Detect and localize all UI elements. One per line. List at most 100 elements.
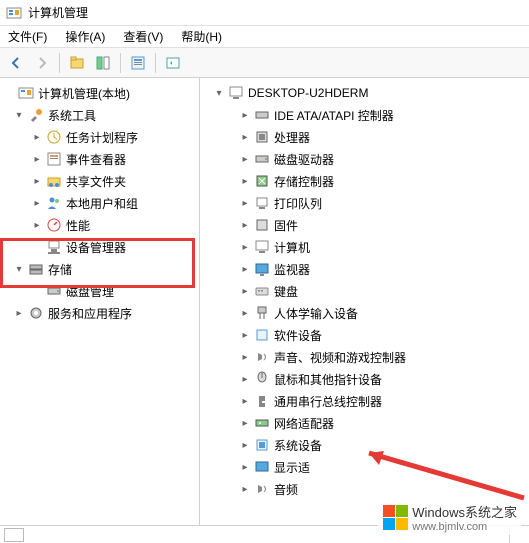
chevron-down-icon[interactable]: ▾ [12,108,26,122]
device-category[interactable]: ▸ 监视器 [200,258,529,280]
tree-shared-folders[interactable]: ▸ 共享文件夹 [0,170,199,192]
up-button[interactable] [65,51,89,75]
device-icon [254,283,270,299]
device-category[interactable]: ▸磁盘驱动器 [200,148,529,170]
properties-button[interactable] [126,51,150,75]
chevron-right-icon[interactable]: ▸ [238,174,252,188]
device-label: 处理器 [274,129,310,146]
device-icon [254,437,270,453]
chevron-right-icon[interactable]: ▸ [238,460,252,474]
tree-label: 服务和应用程序 [48,305,132,322]
chevron-right-icon[interactable]: ▸ [30,174,44,188]
tree-label: 计算机管理(本地) [38,85,130,102]
device-category[interactable]: ▸显示适 [200,456,529,478]
device-category[interactable]: ▸存储控制器 [200,170,529,192]
device-icon [254,129,270,145]
device-category[interactable]: ▸IDE ATA/ATAPI 控制器 [200,104,529,126]
menu-file[interactable]: 文件(F) [8,28,47,45]
tree-device-manager[interactable]: 设备管理器 [0,236,199,258]
menu-view[interactable]: 查看(V) [123,28,163,45]
left-tree-panel: 计算机管理(本地) ▾ 系统工具 ▸ 任务计划程序 ▸ 事件查看器 ▸ 共享文件… [0,78,200,525]
device-label: 固件 [274,217,298,234]
tree-system-tools[interactable]: ▾ 系统工具 [0,104,199,126]
chevron-down-icon[interactable]: ▾ [12,262,26,276]
chevron-right-icon[interactable]: ▸ [238,152,252,166]
device-category[interactable]: ▸ 通用串行总线控制器 [200,390,529,412]
tree-root-local[interactable]: 计算机管理(本地) [0,82,199,104]
windows-logo-icon [382,505,408,531]
tree-label: 事件查看器 [66,151,126,168]
device-label: 通用串行总线控制器 [274,393,382,410]
chevron-right-icon[interactable]: ▸ [238,328,252,342]
storage-icon [28,261,44,277]
tree-task-scheduler[interactable]: ▸ 任务计划程序 [0,126,199,148]
menubar: 文件(F) 操作(A) 查看(V) 帮助(H) [0,26,529,48]
device-icon [254,239,270,255]
chevron-right-icon[interactable]: ▸ [238,372,252,386]
tree-performance[interactable]: ▸ 性能 [0,214,199,236]
device-label: 监视器 [274,261,310,278]
device-icon [254,327,270,343]
tree-storage[interactable]: ▾ 存储 [0,258,199,280]
device-category[interactable]: ▸打印队列 [200,192,529,214]
chevron-right-icon[interactable] [2,86,16,100]
device-category[interactable]: ▸鼠标和其他指针设备 [200,368,529,390]
device-category[interactable]: ▸软件设备 [200,324,529,346]
chevron-right-icon[interactable]: ▸ [238,196,252,210]
statusbar-box [4,528,24,542]
device-category[interactable]: ▸音频 [200,478,529,500]
device-label: 计算机 [274,239,310,256]
forward-button[interactable] [30,51,54,75]
tree-label: DESKTOP-U2HDERM [248,86,368,100]
menu-action[interactable]: 操作(A) [65,28,105,45]
tree-label: 存储 [48,261,72,278]
chevron-right-icon[interactable]: ▸ [30,130,44,144]
chevron-right-icon[interactable]: ▸ [238,218,252,232]
tree-event-viewer[interactable]: ▸ 事件查看器 [0,148,199,170]
show-hide-button[interactable] [91,51,115,75]
device-icon [254,217,270,233]
chevron-right-icon[interactable]: ▸ [238,262,252,276]
back-button[interactable] [4,51,28,75]
chevron-right-icon[interactable]: ▸ [238,108,252,122]
chevron-right-icon[interactable]: ▸ [238,130,252,144]
device-category[interactable]: ▸ 人体学输入设备 [200,302,529,324]
chevron-right-icon[interactable]: ▸ [238,416,252,430]
device-icon [254,415,270,431]
device-category[interactable]: ▸键盘 [200,280,529,302]
device-icon [254,459,270,475]
watermark-url: www.bjmlv.com [412,521,517,533]
device-category[interactable]: ▸系统设备 [200,434,529,456]
menu-help[interactable]: 帮助(H) [181,28,222,45]
refresh-button[interactable] [161,51,185,75]
chevron-right-icon[interactable]: ▸ [238,482,252,496]
device-category[interactable]: ▸ 处理器 [200,126,529,148]
tree-label: 系统工具 [48,107,96,124]
device-label: 网络适配器 [274,415,334,432]
device-label: 声音、视频和游戏控制器 [274,349,406,366]
chevron-right-icon[interactable]: ▸ [12,306,26,320]
device-category[interactable]: ▸ 声音、视频和游戏控制器 [200,346,529,368]
tree-services-apps[interactable]: ▸ 服务和应用程序 [0,302,199,324]
device-category[interactable]: ▸ 计算机 [200,236,529,258]
tree-label: 设备管理器 [66,239,126,256]
device-icon [254,107,270,123]
chevron-right-icon[interactable]: ▸ [238,240,252,254]
chevron-right-icon[interactable]: ▸ [238,284,252,298]
chevron-right-icon[interactable]: ▸ [238,350,252,364]
chevron-right-icon[interactable]: ▸ [238,394,252,408]
device-category[interactable]: ▸ 固件 [200,214,529,236]
chevron-right-icon[interactable]: ▸ [30,196,44,210]
device-tree-root[interactable]: ▾ DESKTOP-U2HDERM [200,82,529,104]
tree-disk-mgmt[interactable]: 磁盘管理 [0,280,199,302]
chevron-right-icon[interactable]: ▸ [30,218,44,232]
device-category[interactable]: ▸ 网络适配器 [200,412,529,434]
device-icon [254,481,270,497]
chevron-right-icon[interactable]: ▸ [30,152,44,166]
chevron-right-icon[interactable]: ▸ [238,438,252,452]
chevron-down-icon[interactable]: ▾ [212,86,226,100]
device-label: 人体学输入设备 [274,305,358,322]
tree-local-users[interactable]: ▸ 本地用户和组 [0,192,199,214]
chevron-right-icon[interactable]: ▸ [238,306,252,320]
toolbar-separator [59,53,60,73]
